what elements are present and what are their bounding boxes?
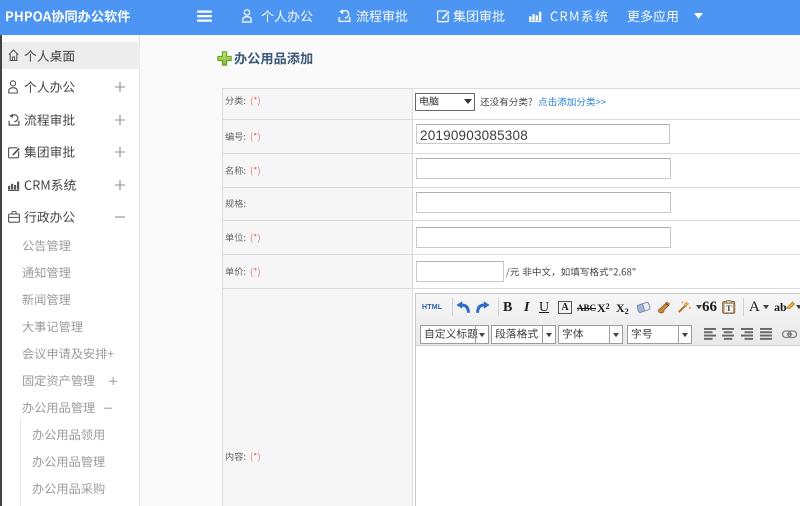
svg-text:T: T bbox=[726, 303, 732, 313]
